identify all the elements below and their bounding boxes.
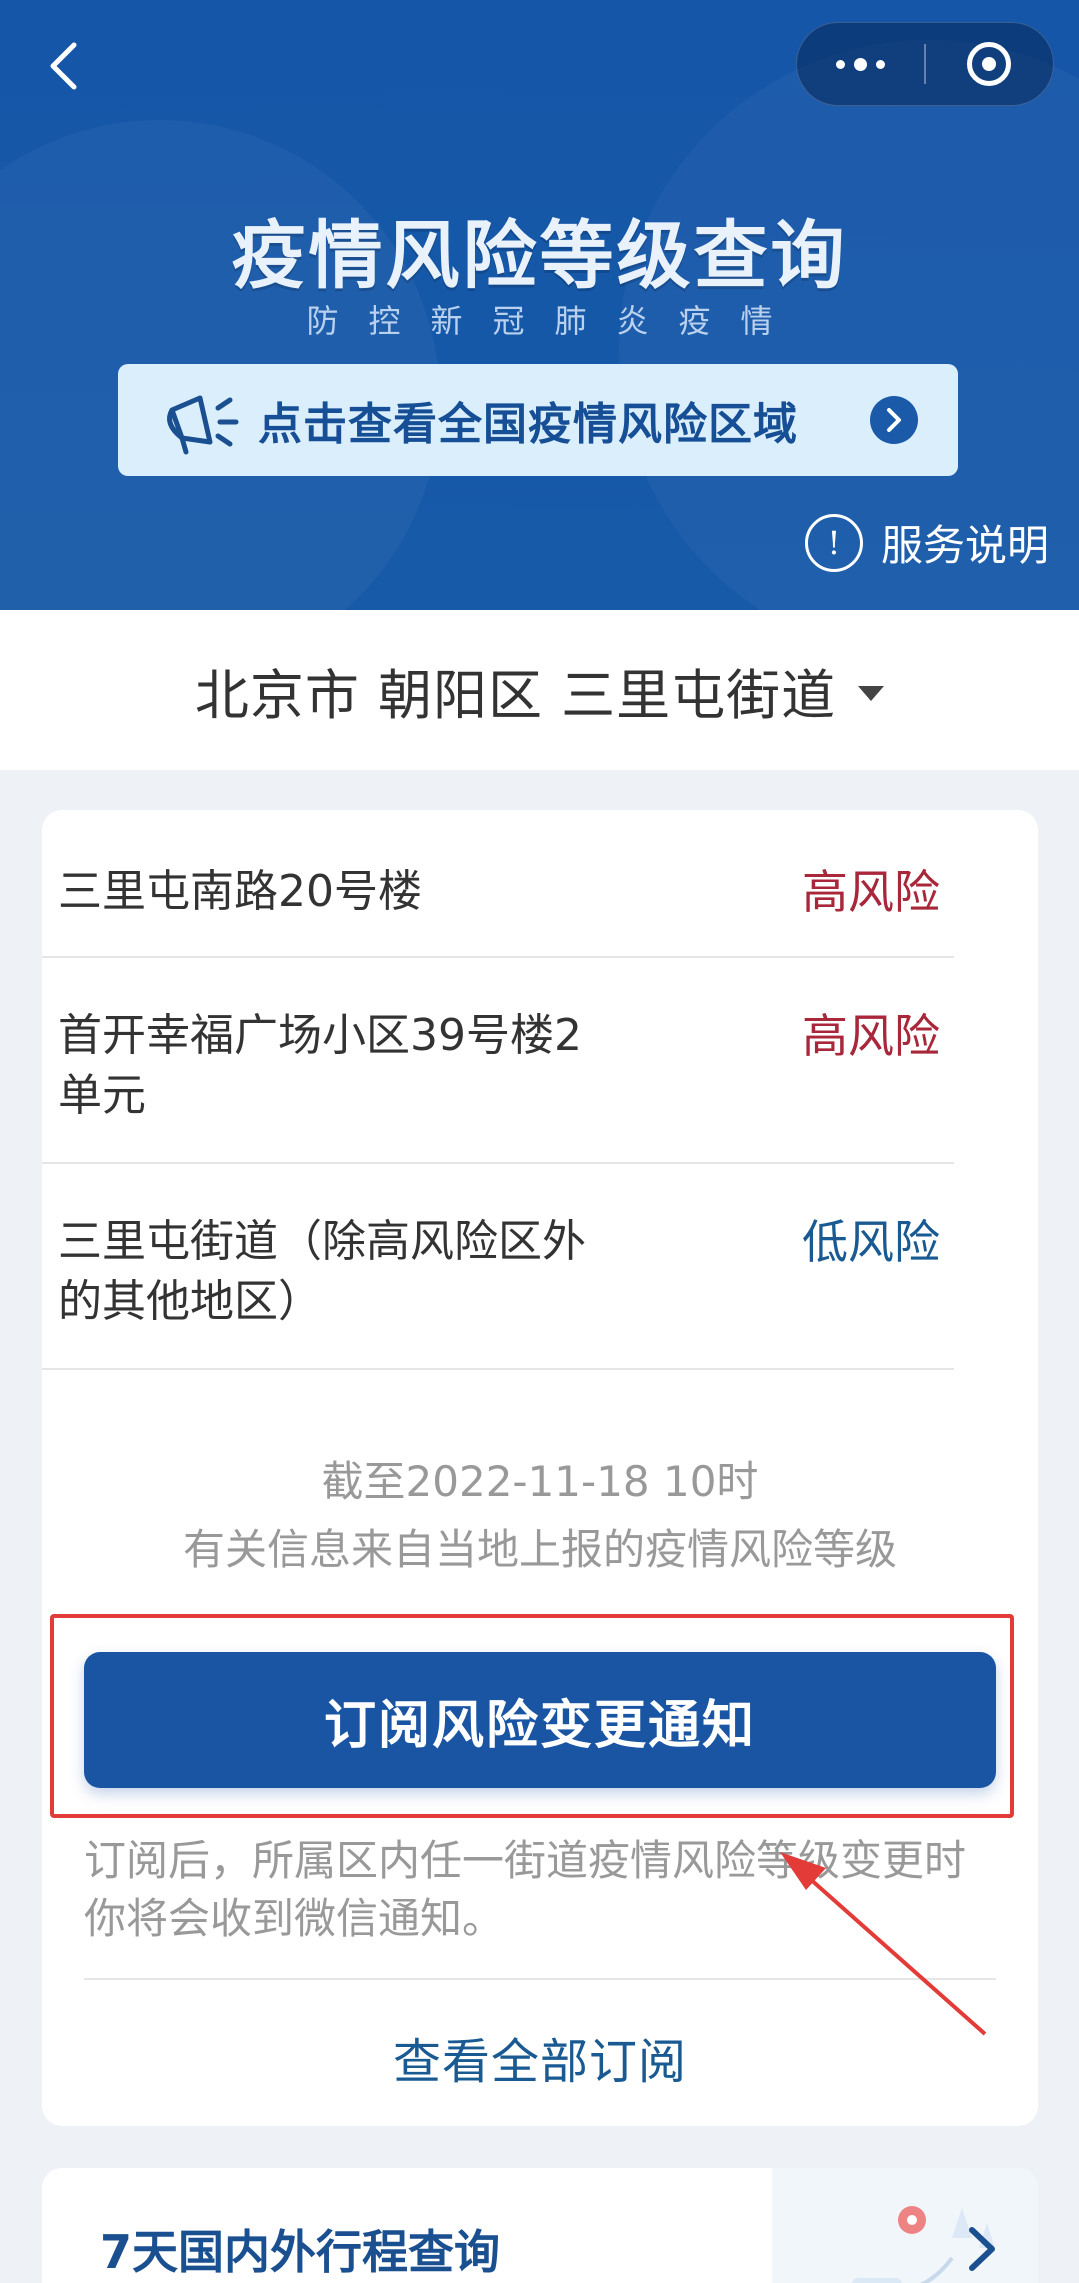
- risk-level: 高风险: [802, 865, 940, 919]
- subscribe-note: 订阅后，所属区内任一街道疫情风险等级变更时你将会收到微信通知。: [84, 1836, 967, 1943]
- page-title: 疫情风险等级查询: [231, 213, 848, 299]
- area-name: 首开幸福广场小区39号楼2单元: [58, 1010, 582, 1121]
- service-info-link[interactable]: ! 服务说明: [804, 512, 1049, 573]
- location-selector[interactable]: 北京市 朝阳区 三里屯街道: [0, 610, 1079, 770]
- page-subtitle: 防控新冠肺炎疫情: [306, 302, 803, 340]
- caret-down-icon: [858, 685, 885, 701]
- banner-label: 点击查看全国疫情风险区域: [258, 399, 798, 450]
- risk-row: 三里屯南路20号楼 高风险: [42, 850, 954, 958]
- miniprogram-capsule: [796, 22, 1054, 106]
- chevron-right-circle-icon: [870, 396, 918, 444]
- info-icon: !: [804, 513, 863, 572]
- national-risk-banner[interactable]: 点击查看全国疫情风险区域: [118, 364, 958, 476]
- close-target-icon: [967, 42, 1012, 86]
- subscribe-button[interactable]: 订阅风险变更通知: [84, 1652, 996, 1788]
- trip-check-label: 7天国内外行程查询: [100, 2225, 501, 2279]
- risk-level: 低风险: [802, 1215, 940, 1269]
- trip-check-card[interactable]: 7天国内外行程查询: [42, 2168, 1038, 2283]
- risk-level: 高风险: [802, 1009, 940, 1063]
- header: 疫情风险等级查询 防控新冠肺炎疫情 点击查看全国疫情风险区域 ! 服务说明: [0, 0, 1079, 610]
- risk-row: 首开幸福广场小区39号楼2单元 高风险: [42, 958, 954, 1164]
- more-button[interactable]: [797, 22, 924, 106]
- data-source-note: 有关信息来自当地上报的疫情风险等级: [182, 1525, 897, 1574]
- location-text: 北京市 朝阳区 三里屯街道: [194, 663, 837, 727]
- as-of-time: 截至2022-11-18 10时: [321, 1457, 759, 1506]
- area-name: 三里屯南路20号楼: [58, 866, 422, 917]
- service-label: 服务说明: [880, 521, 1049, 570]
- area-name: 三里屯街道（除高风险区外的其他地区）: [58, 1216, 586, 1327]
- divider: [84, 1978, 996, 1980]
- risk-row: 三里屯街道（除高风险区外的其他地区） 低风险: [42, 1164, 954, 1370]
- view-all-subscriptions-link[interactable]: 查看全部订阅: [42, 2022, 1038, 2092]
- megaphone-icon: [167, 395, 239, 455]
- chevron-left-icon: [50, 42, 77, 90]
- back-button[interactable]: [38, 36, 88, 96]
- more-dots-icon: [836, 57, 885, 71]
- close-miniprogram-button[interactable]: [926, 22, 1053, 106]
- chevron-right-icon: [969, 2227, 995, 2271]
